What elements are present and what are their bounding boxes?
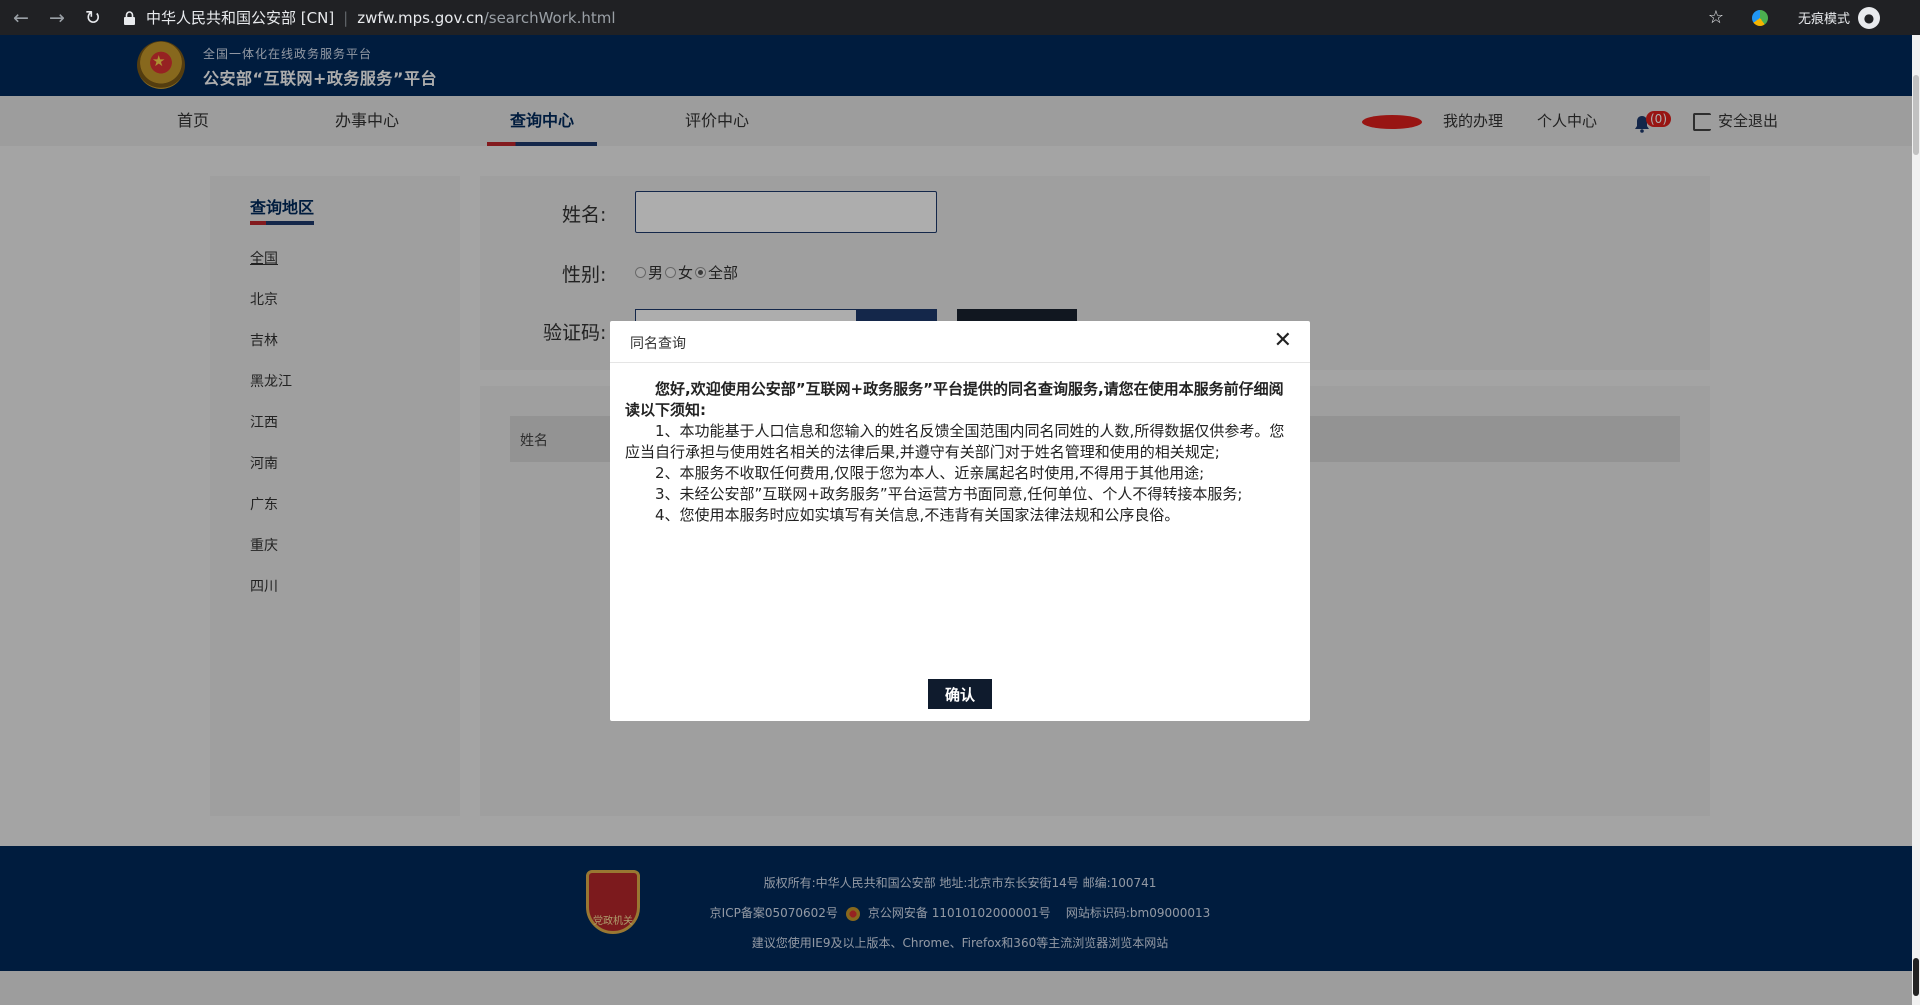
incognito-label: 无痕模式 — [1797, 12, 1850, 27]
close-icon[interactable]: ✕ — [1274, 329, 1292, 353]
address-bar[interactable]: 中华人民共和国公安部 [CN] | zwfw.mps.gov.cn/search… — [122, 5, 616, 31]
dialog-notice-item: 4、您使用本服务时应如实填写有关信息,不违背有关国家法律法规和公序良俗。 — [655, 506, 1180, 524]
incognito-icon[interactable]: ● — [1858, 6, 1880, 29]
lock-icon — [122, 10, 136, 26]
confirm-button[interactable]: 确认 — [928, 679, 992, 709]
dialog-notice-item: 1、本功能基于人口信息和您输入的姓名反馈全国范围内同名同姓的人数,所得数据仅供参… — [625, 422, 1285, 461]
url-separator: | — [343, 8, 349, 27]
dialog-body: 您好,欢迎使用公安部”互联网+政务服务”平台提供的同名查询服务,请您在使用本服务… — [625, 379, 1297, 526]
browser-toolbar: ← → ↻ 中华人民共和国公安部 [CN] | zwfw.mps.gov.cn /… — [0, 0, 1920, 35]
dialog-lead-text: 您好,欢迎使用公安部”互联网+政务服务”平台提供的同名查询服务,请您在使用本服务… — [625, 380, 1284, 419]
same-name-query-dialog: 同名查询 ✕ 您好,欢迎使用公安部”互联网+政务服务”平台提供的同名查询服务,请… — [610, 321, 1310, 721]
forward-arrow-icon[interactable]: → — [42, 3, 72, 33]
back-arrow-icon[interactable]: ← — [6, 3, 36, 33]
bookmark-star-icon[interactable]: ☆ — [1708, 7, 1724, 28]
dialog-header: 同名查询 ✕ — [610, 321, 1310, 363]
extension-icon[interactable] — [1751, 9, 1768, 26]
scrollbar-thumb-lower[interactable] — [1913, 958, 1919, 996]
scrollbar[interactable] — [1912, 35, 1920, 1005]
dialog-notice-item: 2、本服务不收取任何费用,仅限于您为本人、近亲属起名时使用,不得用于其他用途; — [655, 464, 1205, 482]
url-host: zwfw.mps.gov.cn — [357, 8, 484, 27]
dialog-notice-item: 3、未经公安部”互联网+政务服务”平台运营方书面同意,任何单位、个人不得转接本服… — [655, 485, 1243, 503]
url-path: /searchWork.html — [483, 8, 616, 27]
scrollbar-thumb[interactable] — [1913, 75, 1919, 155]
site-identity: 中华人民共和国公安部 [CN] — [146, 9, 335, 27]
dialog-title: 同名查询 — [630, 336, 686, 352]
reload-icon[interactable]: ↻ — [78, 3, 108, 33]
